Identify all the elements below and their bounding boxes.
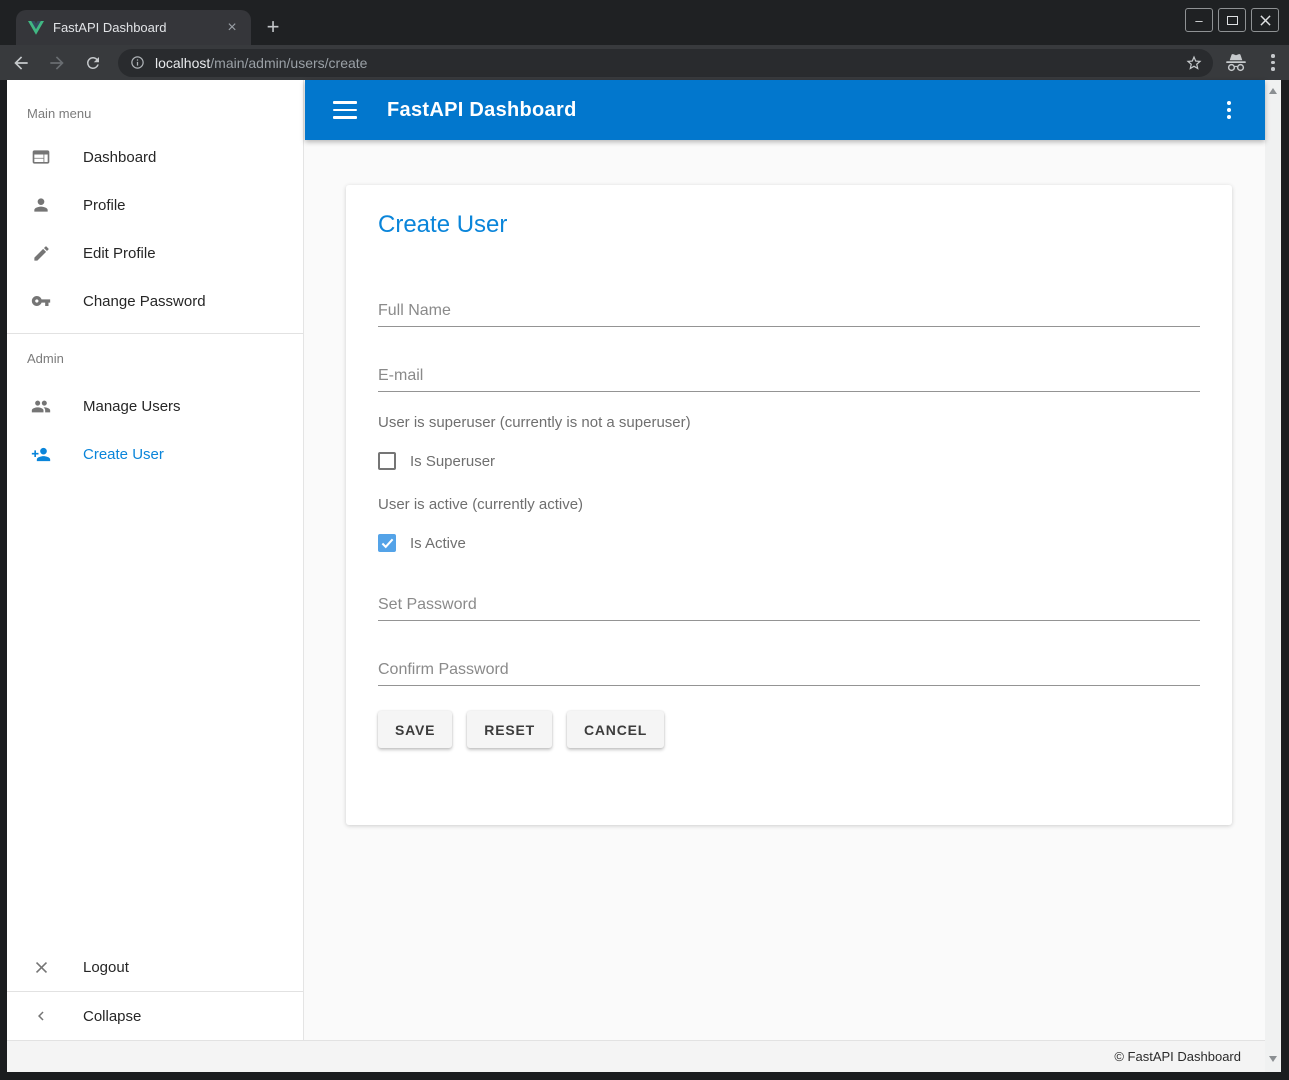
is-active-checkbox[interactable] <box>378 534 396 552</box>
people-icon <box>31 396 51 416</box>
window-close-icon <box>1260 15 1271 26</box>
maximize-icon <box>1227 16 1238 25</box>
tab-close-icon[interactable]: × <box>223 20 241 36</box>
sidebar-item-logout[interactable]: Logout <box>7 943 303 991</box>
main-area: FastAPI Dashboard Create User User is su… <box>305 80 1265 1040</box>
sidebar-item-label: Create User <box>83 446 164 463</box>
is-superuser-checkbox-row[interactable]: Is Superuser <box>378 452 1200 470</box>
key-icon <box>31 291 51 311</box>
sidebar-item-manage-users[interactable]: Manage Users <box>7 382 303 430</box>
bookmark-button[interactable] <box>1185 54 1203 77</box>
window-close-button[interactable] <box>1251 8 1279 32</box>
tab-strip: FastAPI Dashboard × + – <box>0 0 1289 45</box>
maximize-button[interactable] <box>1218 8 1246 32</box>
sidebar-item-collapse[interactable]: Collapse <box>7 992 303 1040</box>
window-controls: – <box>1185 8 1279 32</box>
dashboard-icon <box>31 147 51 167</box>
incognito-button[interactable] <box>1225 54 1247 72</box>
person-add-icon <box>31 444 51 464</box>
toolbar-right <box>1225 54 1281 72</box>
sidebar-item-label: Dashboard <box>83 149 156 166</box>
create-user-card: Create User User is superuser (currently… <box>346 185 1232 825</box>
browser-menu-button[interactable] <box>1265 54 1281 71</box>
sidebar: Main menu Dashboard Profile <box>7 80 304 1040</box>
reset-button[interactable]: RESET <box>467 711 552 748</box>
is-superuser-checkbox[interactable] <box>378 452 396 470</box>
cancel-button[interactable]: CANCEL <box>567 711 664 748</box>
browser-window: FastAPI Dashboard × + – localhost/main/a… <box>0 0 1289 1080</box>
email-input[interactable] <box>378 367 1200 385</box>
checkbox-label: Is Superuser <box>410 453 495 470</box>
tab-title: FastAPI Dashboard <box>53 20 223 35</box>
footer-text: © FastAPI Dashboard <box>1114 1049 1241 1064</box>
app-overflow-menu-button[interactable] <box>1221 101 1237 119</box>
close-icon <box>31 957 51 977</box>
confirm-password-input[interactable] <box>378 661 1200 679</box>
sidebar-section-main-menu: Main menu <box>7 93 303 133</box>
star-icon <box>1185 54 1203 72</box>
page-scrollbar[interactable] <box>1265 80 1281 1072</box>
incognito-icon <box>1225 54 1247 72</box>
site-info-icon[interactable] <box>130 55 145 70</box>
save-button[interactable]: SAVE <box>378 711 452 748</box>
superuser-hint: User is superuser (currently is not a su… <box>378 414 1200 431</box>
email-field[interactable] <box>378 367 1200 392</box>
sidebar-item-label: Change Password <box>83 293 206 310</box>
hamburger-menu-icon[interactable] <box>333 101 357 119</box>
app-footer: © FastAPI Dashboard <box>7 1040 1265 1072</box>
new-tab-button[interactable]: + <box>258 13 288 43</box>
forward-icon <box>47 53 67 73</box>
page-viewport: Main menu Dashboard Profile <box>7 80 1281 1072</box>
address-bar[interactable]: localhost/main/admin/users/create <box>118 49 1213 77</box>
chevron-left-icon <box>31 1006 51 1026</box>
page-title: Create User <box>378 211 1200 239</box>
active-hint: User is active (currently active) <box>378 496 1200 513</box>
sidebar-item-label: Profile <box>83 197 126 214</box>
is-active-checkbox-row[interactable]: Is Active <box>378 534 1200 552</box>
sidebar-item-profile[interactable]: Profile <box>7 181 303 229</box>
set-password-input[interactable] <box>378 596 1200 614</box>
reload-button[interactable] <box>78 49 108 77</box>
confirm-password-field[interactable] <box>378 661 1200 686</box>
sidebar-item-dashboard[interactable]: Dashboard <box>7 133 303 181</box>
app-title: FastAPI Dashboard <box>387 99 577 122</box>
sidebar-item-label: Collapse <box>83 1008 141 1025</box>
sidebar-item-edit-profile[interactable]: Edit Profile <box>7 229 303 277</box>
sidebar-bottom: Logout Collapse <box>7 943 303 1040</box>
forward-button[interactable] <box>42 49 72 77</box>
browser-toolbar: localhost/main/admin/users/create <box>0 45 1289 80</box>
checkmark-icon <box>381 538 394 549</box>
vue-logo-icon <box>28 21 44 35</box>
sidebar-item-label: Manage Users <box>83 398 181 415</box>
sidebar-item-label: Logout <box>83 959 129 976</box>
sidebar-section-admin: Admin <box>7 334 303 382</box>
form-actions: SAVE RESET CANCEL <box>378 711 1200 748</box>
browser-tab[interactable]: FastAPI Dashboard × <box>16 10 251 45</box>
full-name-input[interactable] <box>378 302 1200 320</box>
sidebar-item-create-user[interactable]: Create User <box>7 430 303 478</box>
full-name-field[interactable] <box>378 302 1200 327</box>
checkbox-label: Is Active <box>410 535 466 552</box>
url-host: localhost <box>155 55 210 71</box>
url-path: /main/admin/users/create <box>210 55 367 71</box>
minimize-button[interactable]: – <box>1185 8 1213 32</box>
sidebar-item-label: Edit Profile <box>83 245 156 262</box>
app-page: Main menu Dashboard Profile <box>7 80 1265 1072</box>
url-text: localhost/main/admin/users/create <box>155 55 367 71</box>
back-icon <box>11 53 31 73</box>
pencil-icon <box>31 243 51 263</box>
app-header: FastAPI Dashboard <box>305 80 1265 140</box>
back-button[interactable] <box>6 49 36 77</box>
scroll-up-icon[interactable] <box>1269 88 1277 94</box>
person-icon <box>31 195 51 215</box>
reload-icon <box>84 54 102 72</box>
scroll-down-icon[interactable] <box>1269 1056 1277 1062</box>
sidebar-item-change-password[interactable]: Change Password <box>7 277 303 325</box>
set-password-field[interactable] <box>378 596 1200 621</box>
